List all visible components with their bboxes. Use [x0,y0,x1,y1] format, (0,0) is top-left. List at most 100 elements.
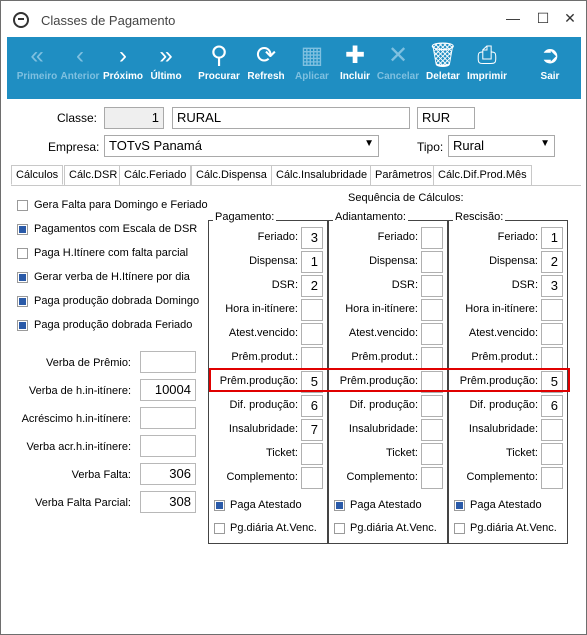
panel-row-label: Complemento: [466,471,538,483]
panel-row-label: Dif. produção: [469,399,538,411]
sequencia-title: Sequência de Cálculos: [348,192,464,204]
panel-row-label: Atest.vencido: [348,327,418,339]
panel-row-value[interactable]: 6 [541,395,563,417]
panel-row-value[interactable] [541,299,563,321]
minimize-icon[interactable]: — [501,7,525,29]
panel-row-label: Feriado: [377,231,418,243]
panel-row-value[interactable]: 1 [541,227,563,249]
panel-row-value[interactable] [541,419,563,441]
panel-row-value[interactable] [541,347,563,369]
panel-row-value[interactable] [421,323,443,345]
paga-atestado-checkbox[interactable] [454,500,465,511]
previous-button[interactable]: ‹ Anterior [57,37,103,99]
panel-row-label: Prêm.produt.: [231,351,298,363]
next-button[interactable]: › Próximo [100,37,146,99]
verba-acr-itinere-field[interactable] [140,435,196,457]
panel-row-label: DSR: [391,279,418,291]
panel-row-value[interactable] [421,467,443,489]
classe-name-field[interactable]: RURAL [172,107,410,129]
panel-row-value[interactable] [541,323,563,345]
tab-calc-insalubridade[interactable]: Cálc.Insalubridade [271,165,373,185]
panel-row-value[interactable]: 1 [301,251,323,273]
panel-row-value[interactable]: 2 [301,275,323,297]
panel-row-label: Complemento: [226,471,298,483]
tab-calc-dispensa[interactable]: Cálc.Dispensa [191,165,272,185]
panel-row-value[interactable] [421,443,443,465]
tab-parametros[interactable]: Parâmetros [370,165,437,185]
panel-row-value[interactable] [421,395,443,417]
title-bar: Classes de Pagamento — ☐ ✕ [1,1,586,37]
option-checkbox[interactable] [17,272,28,283]
panel-row-value[interactable] [421,299,443,321]
panel-row-value[interactable] [541,467,563,489]
verba-falta-parcial-field[interactable]: 308 [140,491,196,513]
panel-row-value[interactable]: 7 [301,419,323,441]
panel-row-value[interactable]: 3 [541,275,563,297]
pg-diaria-checkbox[interactable] [334,523,345,534]
panel-row-value[interactable]: 6 [301,395,323,417]
panel-adiantamento-title: Adiantamento: [333,211,408,223]
panel-row-label: DSR: [271,279,298,291]
option-checkbox[interactable] [17,200,28,211]
tipo-select[interactable]: Rural ▼ [448,135,555,157]
print-button[interactable]: ⎙ Imprimir [463,37,511,99]
panel-row-value[interactable] [301,467,323,489]
classe-code-field[interactable]: RUR [417,107,475,129]
last-icon: » [159,42,173,69]
option-label: Pagamentos com Escala de DSR [34,223,198,235]
panel-row-value[interactable]: 3 [301,227,323,249]
refresh-button[interactable]: ⟳ Refresh [243,37,289,99]
panel-row-label: Dif. produção: [229,399,298,411]
maximize-icon[interactable]: ☐ [531,7,555,29]
last-button[interactable]: » Último [143,37,189,99]
tab-calc-dsr[interactable]: Cálc.DSR [64,165,123,185]
acrescimo-itinere-field[interactable] [140,407,196,429]
delete-button[interactable]: 🗑 Deletar [419,37,467,99]
add-button[interactable]: ✚ Incluir [332,37,378,99]
panel-row-value[interactable] [541,443,563,465]
classe-number-field[interactable]: 1 [104,107,164,129]
panel-row-value[interactable] [421,419,443,441]
print-icon: ⎙ [477,42,497,69]
panel-row-value[interactable] [421,227,443,249]
close-window-icon[interactable]: ✕ [558,7,582,29]
panel-row-value[interactable] [301,299,323,321]
pg-diaria-checkbox[interactable] [454,523,465,534]
verba-falta-label: Verba Falta: [71,469,131,481]
verba-premio-label: Verba de Prêmio: [46,357,131,369]
panel-row-value[interactable] [301,347,323,369]
exit-button[interactable]: ➲ Sair [527,37,573,99]
panel-row-label: Insalubridade: [468,423,538,435]
verba-premio-field[interactable] [140,351,196,373]
panel-row-value[interactable]: 2 [541,251,563,273]
option-label: Paga H.Itínere com falta parcial [34,247,189,259]
empresa-select[interactable]: TOTvS Panamá ▼ [104,135,379,157]
tab-calc-feriado[interactable]: Cálc.Feriado [119,165,192,185]
option-checkbox[interactable] [17,296,28,307]
verba-itinere-field[interactable]: 10004 [140,379,196,401]
panel-row-value[interactable] [301,323,323,345]
panel-row-value[interactable] [301,443,323,465]
trash-icon: 🗑 [427,42,459,69]
cancel-button[interactable]: ✕ Cancelar [375,37,421,99]
tab-calculos[interactable]: Cálculos [11,165,64,185]
paga-atestado-checkbox[interactable] [214,500,225,511]
tab-divider [11,185,581,186]
option-checkbox[interactable] [17,248,28,259]
tab-calc-dif-prod-mes[interactable]: Cálc.Dif.Prod.Mês [433,165,532,185]
verba-acr-itinere-label: Verba acr.h.in-itínere: [26,441,131,453]
first-button[interactable]: «Primeiro [11,37,63,99]
option-label: Gerar verba de H.Itínere por dia [34,271,190,283]
panel-row-label: Insalubridade: [228,423,298,435]
panel-row-value[interactable] [421,347,443,369]
verba-falta-field[interactable]: 306 [140,463,196,485]
option-checkbox[interactable] [17,320,28,331]
option-checkbox[interactable] [17,224,28,235]
panel-row-value[interactable] [421,251,443,273]
panel-row-label: Complemento: [346,471,418,483]
pg-diaria-checkbox[interactable] [214,523,225,534]
apply-button[interactable]: ▦ Aplicar [289,37,335,99]
search-button[interactable]: ⚲ Procurar [195,37,243,99]
panel-row-value[interactable] [421,275,443,297]
paga-atestado-checkbox[interactable] [334,500,345,511]
